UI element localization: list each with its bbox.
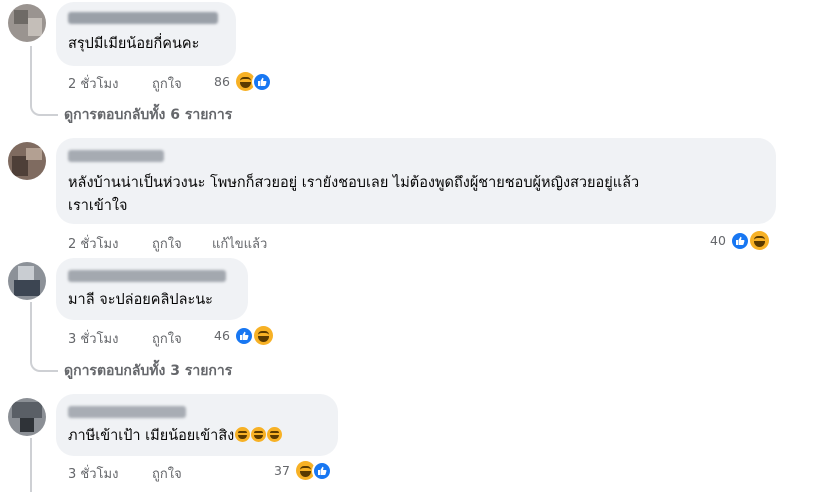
thread-connector (30, 46, 58, 116)
laugh-icon (254, 326, 273, 345)
like-link[interactable]: ถูกใจ (152, 233, 182, 254)
like-icon (730, 231, 750, 251)
reaction-summary[interactable]: 40 (710, 231, 774, 251)
comment-text: ภาษีเข้าเป้า เมียน้อยเข้าสิง (68, 425, 283, 447)
rofl-emoji-icon (251, 427, 267, 442)
comment-text: มาลี จะปล่อยคลิปละนะ (68, 292, 213, 308)
avatar[interactable] (8, 398, 46, 436)
comment-time[interactable]: 2 ชั่วโมง (68, 73, 118, 94)
rofl-emoji-icon (235, 427, 251, 442)
comment-text-line-1: หลังบ้านน่าเป็นห่วงนะ โพษกก็สวยอยู่ เราย… (68, 175, 640, 191)
comment-text: สรุปมีเมียน้อยกี่คนคะ (68, 36, 200, 52)
comment-time[interactable]: 3 ชั่วโมง (68, 328, 118, 349)
author-name-blurred[interactable] (68, 150, 164, 162)
reaction-summary[interactable]: 46 (214, 326, 278, 346)
avatar[interactable] (8, 4, 46, 42)
comment-bubble: ภาษีเข้าเป้า เมียน้อยเข้าสิง (56, 394, 338, 456)
view-replies-link[interactable]: ดูการตอบกลับทั้ง 6 รายการ (64, 104, 232, 126)
rofl-emoji-icon (267, 427, 283, 442)
like-link[interactable]: ถูกใจ (152, 73, 182, 94)
reaction-count: 40 (710, 233, 726, 248)
reaction-summary[interactable]: 37 (274, 461, 338, 481)
like-icon (252, 72, 272, 92)
comment-time[interactable]: 3 ชั่วโมง (68, 463, 118, 484)
thread-connector (30, 302, 58, 372)
like-icon (312, 461, 332, 481)
laugh-icon (750, 231, 769, 250)
comment-text-content: ภาษีเข้าเป้า เมียน้อยเข้าสิง (68, 428, 235, 444)
comment-time[interactable]: 2 ชั่วโมง (68, 233, 118, 254)
comment-bubble: มาลี จะปล่อยคลิปละนะ (56, 258, 248, 320)
avatar[interactable] (8, 142, 46, 180)
like-link[interactable]: ถูกใจ (152, 463, 182, 484)
reaction-count: 37 (274, 463, 290, 478)
reaction-summary[interactable]: 86 (214, 72, 278, 92)
reaction-count: 46 (214, 328, 230, 343)
edited-label[interactable]: แก้ไขแล้ว (212, 233, 267, 254)
author-name-blurred[interactable] (68, 270, 226, 282)
reaction-count: 86 (214, 74, 230, 89)
comment-text-line-2: เราเข้าใจ (68, 198, 128, 214)
comment-bubble: หลังบ้านน่าเป็นห่วงนะ โพษกก็สวยอยู่ เราย… (56, 138, 776, 224)
like-icon (234, 326, 254, 346)
author-name-blurred[interactable] (68, 12, 218, 24)
like-link[interactable]: ถูกใจ (152, 328, 182, 349)
avatar[interactable] (8, 262, 46, 300)
view-replies-link[interactable]: ดูการตอบกลับทั้ง 3 รายการ (64, 360, 232, 382)
thread-connector (30, 438, 32, 492)
author-name-blurred[interactable] (68, 406, 186, 418)
comment-bubble: สรุปมีเมียน้อยกี่คนคะ (56, 2, 236, 66)
